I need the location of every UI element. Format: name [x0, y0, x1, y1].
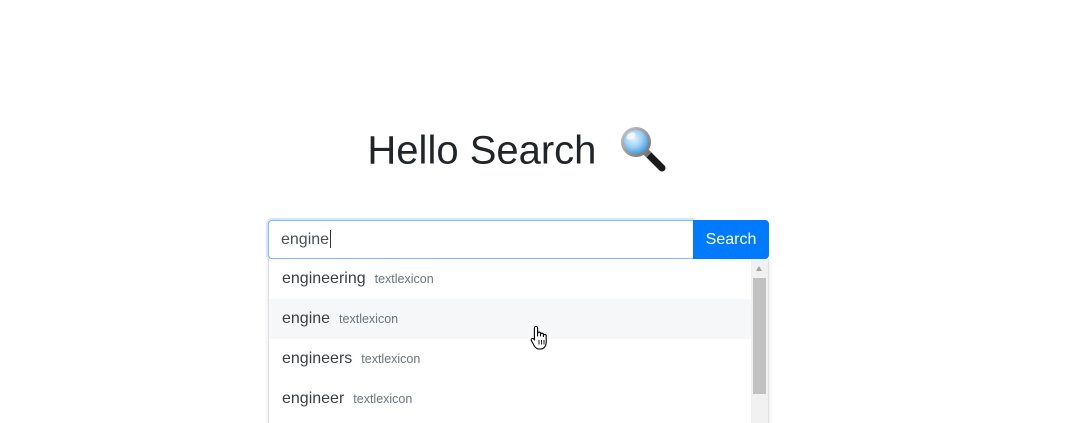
dropdown-scrollbar[interactable] — [751, 259, 768, 423]
autocomplete-dropdown: engineering textlexicon engine textlexicon… — [268, 259, 769, 423]
page: Hello Search engine Search engineering t… — [0, 0, 1077, 423]
page-title-text: Hello Search — [367, 128, 597, 173]
suggestion-item[interactable]: engineer textlexicon — [269, 379, 751, 419]
text-caret — [330, 229, 332, 248]
search-input[interactable]: engine — [268, 220, 693, 259]
search-input-value: engine — [281, 231, 330, 248]
search-button[interactable]: Search — [693, 220, 769, 259]
suggestion-word: engineering — [282, 270, 366, 287]
magnifying-glass-icon — [620, 127, 666, 172]
scrollbar-thumb[interactable] — [753, 278, 766, 394]
suggestion-word: engine — [282, 310, 331, 327]
suggestion-source: textlexicon — [353, 392, 413, 406]
search-bar: engine Search — [268, 220, 769, 259]
scroll-up-arrow-icon[interactable] — [756, 266, 762, 271]
suggestion-item[interactable]: engineering textlexicon — [269, 259, 751, 299]
suggestion-source: textlexicon — [374, 272, 434, 286]
suggestion-source: textlexicon — [339, 312, 399, 326]
suggestion-source: textlexicon — [361, 352, 421, 366]
hand-pointer-icon — [530, 325, 547, 350]
suggestion-item[interactable]: engineers textlexicon — [269, 339, 751, 379]
suggestion-word: engineers — [282, 350, 353, 367]
page-title: Hello Search — [0, 120, 1033, 178]
suggestion-word: engineer — [282, 390, 345, 407]
suggestion-item[interactable]: engine textlexicon — [269, 299, 751, 339]
